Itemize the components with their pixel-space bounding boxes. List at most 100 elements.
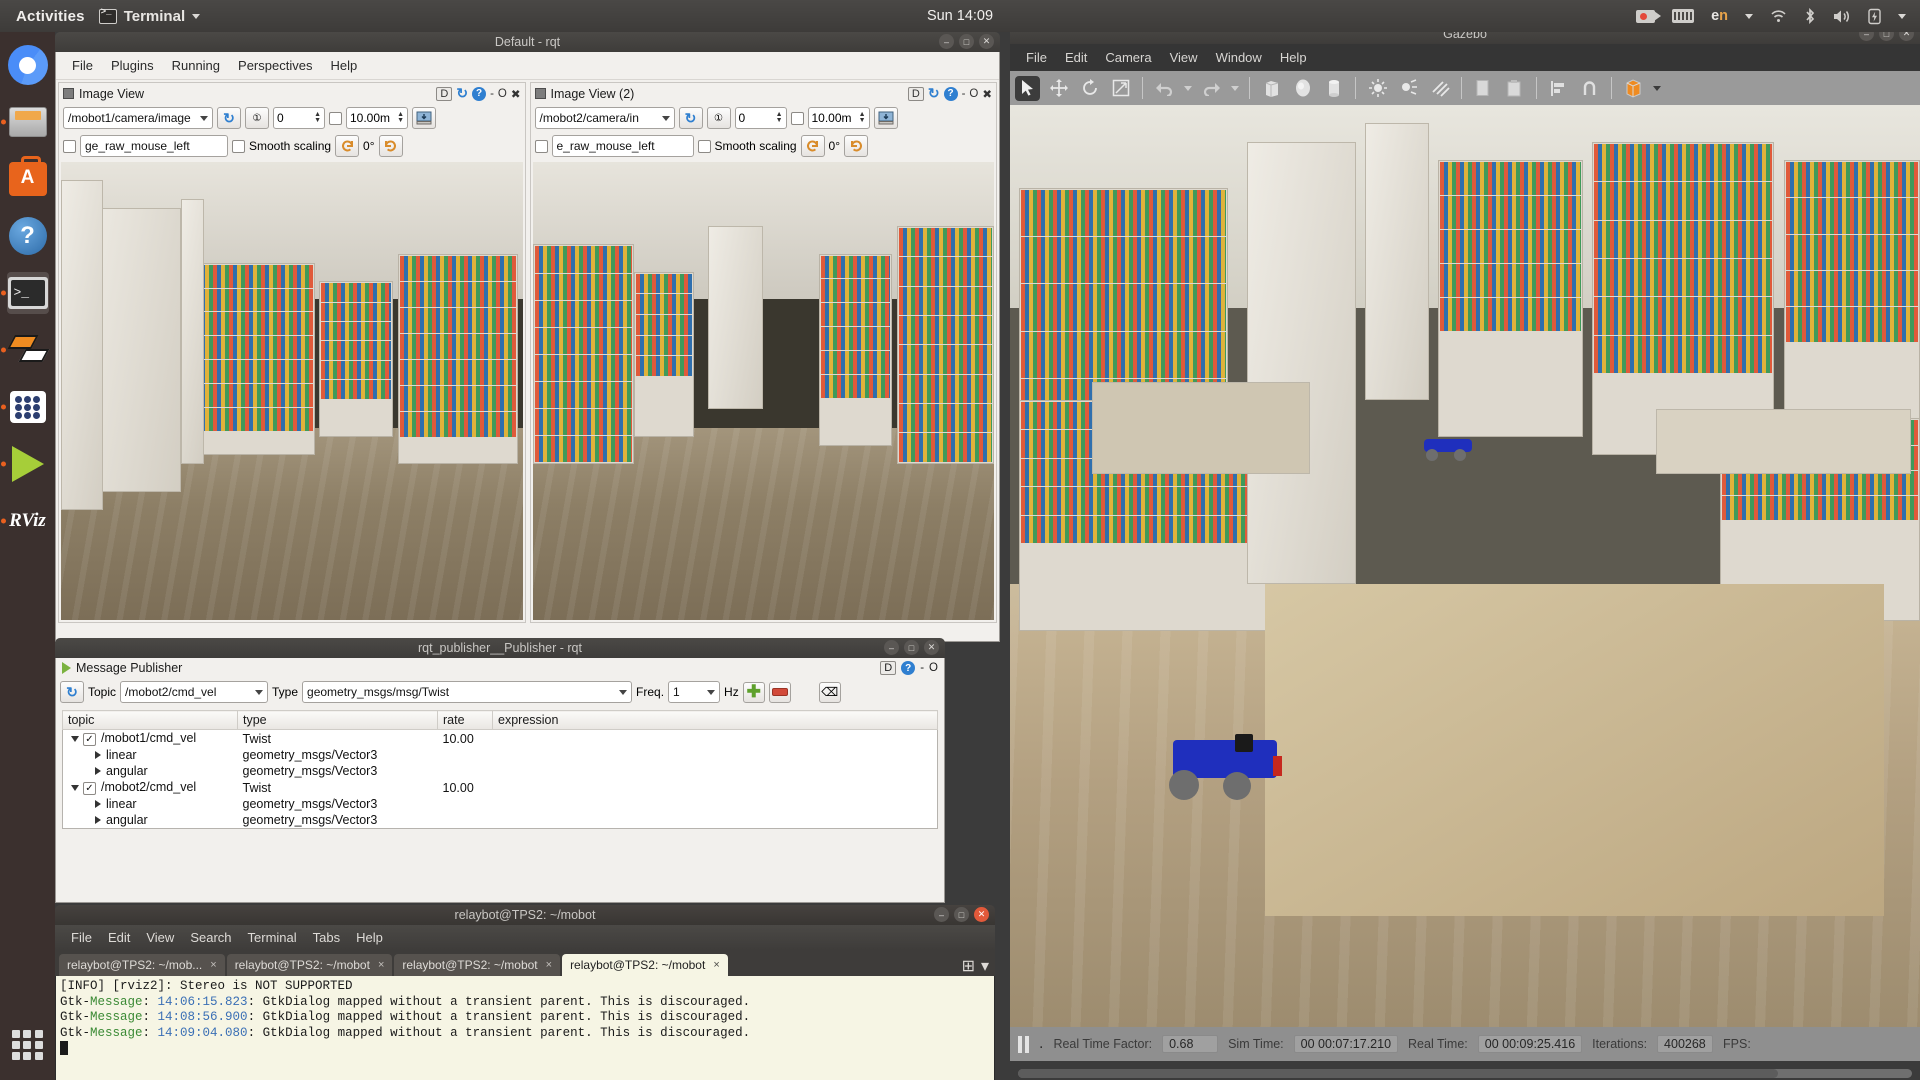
launcher-item-dots-app[interactable] xyxy=(0,386,49,428)
range-checkbox-2[interactable] xyxy=(790,111,804,125)
column-topic[interactable]: topic xyxy=(62,710,238,730)
cell-type[interactable]: Twist xyxy=(238,730,438,748)
keyboard-icon[interactable] xyxy=(1672,9,1695,23)
column-expression[interactable]: expression xyxy=(492,710,938,730)
close-button[interactable]: ✕ xyxy=(924,640,939,655)
table-row[interactable]: angular geometry_msgs/Vector3 xyxy=(63,763,938,779)
terminal-tab[interactable]: relaybot@TPS2: ~/mobot × xyxy=(394,954,561,976)
camera-image-2[interactable] xyxy=(532,162,994,620)
max-range-spinner-2[interactable]: 10.00m ▲ ▼ xyxy=(807,107,870,129)
cell-type[interactable]: geometry_msgs/Vector3 xyxy=(238,747,438,763)
chevron-down-icon[interactable] xyxy=(71,785,79,791)
cell-rate[interactable] xyxy=(438,796,493,812)
menu-tabs[interactable]: Tabs xyxy=(305,928,348,947)
dock-button[interactable]: D xyxy=(436,86,453,101)
table-row[interactable]: angular geometry_msgs/Vector3 xyxy=(63,812,938,829)
undo-dropdown-icon[interactable] xyxy=(1183,76,1193,101)
refresh-topics-button-1[interactable]: ↻ xyxy=(217,107,241,129)
close-button[interactable]: ✕ xyxy=(974,907,989,922)
cell-topic[interactable]: angular xyxy=(63,763,238,779)
cell-rate[interactable]: 10.00 xyxy=(438,730,493,748)
freq-combo[interactable]: 1 xyxy=(668,681,721,703)
chevron-down-icon[interactable] xyxy=(71,736,79,742)
menu-help[interactable]: Help xyxy=(348,928,391,947)
mouse-pub-checkbox-1[interactable] xyxy=(63,139,76,153)
type-combo[interactable]: geometry_msgs/msg/Twist xyxy=(302,681,633,703)
rotate-ccw-button-2[interactable] xyxy=(800,135,825,157)
cell-type[interactable]: geometry_msgs/Vector3 xyxy=(238,763,438,779)
smooth-scaling-checkbox-2[interactable] xyxy=(697,139,711,153)
menu-view[interactable]: View xyxy=(138,928,182,947)
show-applications-button[interactable] xyxy=(7,1024,49,1066)
translate-icon[interactable] xyxy=(1046,76,1071,101)
column-type[interactable]: type xyxy=(237,710,438,730)
cell-rate[interactable] xyxy=(438,747,493,763)
maximize-button[interactable]: □ xyxy=(954,907,969,922)
undo-icon[interactable] xyxy=(1152,76,1177,101)
smooth-scaling-checkbox-1[interactable] xyxy=(232,139,245,153)
system-menu-caret-icon[interactable] xyxy=(1898,13,1906,19)
directional-light-icon[interactable] xyxy=(1427,76,1452,101)
dock-button[interactable]: D xyxy=(880,661,897,675)
cell-rate[interactable] xyxy=(438,812,493,829)
menu-plugins[interactable]: Plugins xyxy=(103,56,162,75)
sphere-icon[interactable] xyxy=(1290,76,1315,101)
maximize-button[interactable]: □ xyxy=(959,34,974,49)
menu-search[interactable]: Search xyxy=(182,928,239,947)
terminal-tab[interactable]: relaybot@TPS2: ~/mob... × xyxy=(59,954,225,976)
redo-dropdown-icon[interactable] xyxy=(1230,76,1240,101)
terminal-tab[interactable]: relaybot@TPS2: ~/mobot × xyxy=(226,954,393,976)
chevron-right-icon[interactable] xyxy=(95,767,101,775)
help-icon[interactable]: ? xyxy=(901,661,916,675)
menu-edit[interactable]: Edit xyxy=(100,928,138,947)
volume-icon[interactable] xyxy=(1833,9,1851,24)
cell-expression[interactable] xyxy=(493,779,938,796)
copy-icon[interactable] xyxy=(1471,76,1496,101)
menu-view[interactable]: View xyxy=(1162,48,1206,67)
save-image-button-2[interactable] xyxy=(873,107,898,129)
minimize-icon[interactable]: - xyxy=(490,88,494,100)
menu-file[interactable]: File xyxy=(63,928,100,947)
topic-combo[interactable]: /mobot2/cmd_vel xyxy=(120,681,269,703)
range-checkbox-1[interactable] xyxy=(329,111,342,125)
chevron-right-icon[interactable] xyxy=(95,816,101,824)
align-icon[interactable] xyxy=(1546,76,1571,101)
remove-publisher-button[interactable] xyxy=(768,681,791,703)
row-checkbox[interactable]: ✓ xyxy=(83,782,96,795)
menu-file[interactable]: File xyxy=(64,56,101,75)
menu-file[interactable]: File xyxy=(1018,48,1055,67)
cell-type[interactable]: geometry_msgs/Vector3 xyxy=(238,796,438,812)
redo-icon[interactable] xyxy=(1199,76,1224,101)
language-caret-icon[interactable] xyxy=(1745,13,1753,19)
cell-expression[interactable] xyxy=(493,730,938,748)
refresh-button[interactable]: ↻ xyxy=(60,681,84,703)
minimize-icon[interactable]: - xyxy=(920,662,924,674)
cell-rate[interactable] xyxy=(438,763,493,779)
clock[interactable]: Sun 14:09 xyxy=(927,8,993,24)
menu-terminal[interactable]: Terminal xyxy=(240,928,305,947)
cell-topic[interactable]: ✓ /mobot2/cmd_vel xyxy=(63,779,238,796)
point-light-icon[interactable] xyxy=(1365,76,1390,101)
index-spinner-1[interactable]: 0 ▲ ▼ xyxy=(273,107,325,129)
rotate-cw-button-1[interactable] xyxy=(378,135,403,157)
numbered-button-1[interactable]: ① xyxy=(245,107,269,129)
cell-type[interactable]: geometry_msgs/Vector3 xyxy=(238,812,438,829)
topic-selector-1[interactable]: /mobot1/camera/image xyxy=(63,107,213,129)
cell-expression[interactable] xyxy=(493,763,938,779)
dock-button[interactable]: D xyxy=(907,86,924,101)
box-icon[interactable] xyxy=(1259,76,1284,101)
table-row[interactable]: linear geometry_msgs/Vector3 xyxy=(63,747,938,763)
language-indicator[interactable]: en xyxy=(1711,8,1728,24)
float-icon[interactable]: O xyxy=(969,88,978,100)
launcher-item-files[interactable] xyxy=(0,101,49,143)
close-icon[interactable]: ✖ xyxy=(511,87,521,101)
maximize-button[interactable]: □ xyxy=(904,640,919,655)
cell-topic[interactable]: linear xyxy=(63,796,238,812)
menu-camera[interactable]: Camera xyxy=(1097,48,1159,67)
table-row[interactable]: ✓ /mobot1/cmd_vel Twist 10.00 xyxy=(63,730,938,748)
close-tab-icon[interactable]: × xyxy=(713,959,719,971)
table-row[interactable]: ✓ /mobot2/cmd_vel Twist 10.00 xyxy=(63,779,938,796)
gazebo-horizontal-scrollbar[interactable] xyxy=(1018,1069,1912,1078)
column-rate[interactable]: rate xyxy=(437,710,493,730)
close-tab-icon[interactable]: × xyxy=(546,959,552,971)
